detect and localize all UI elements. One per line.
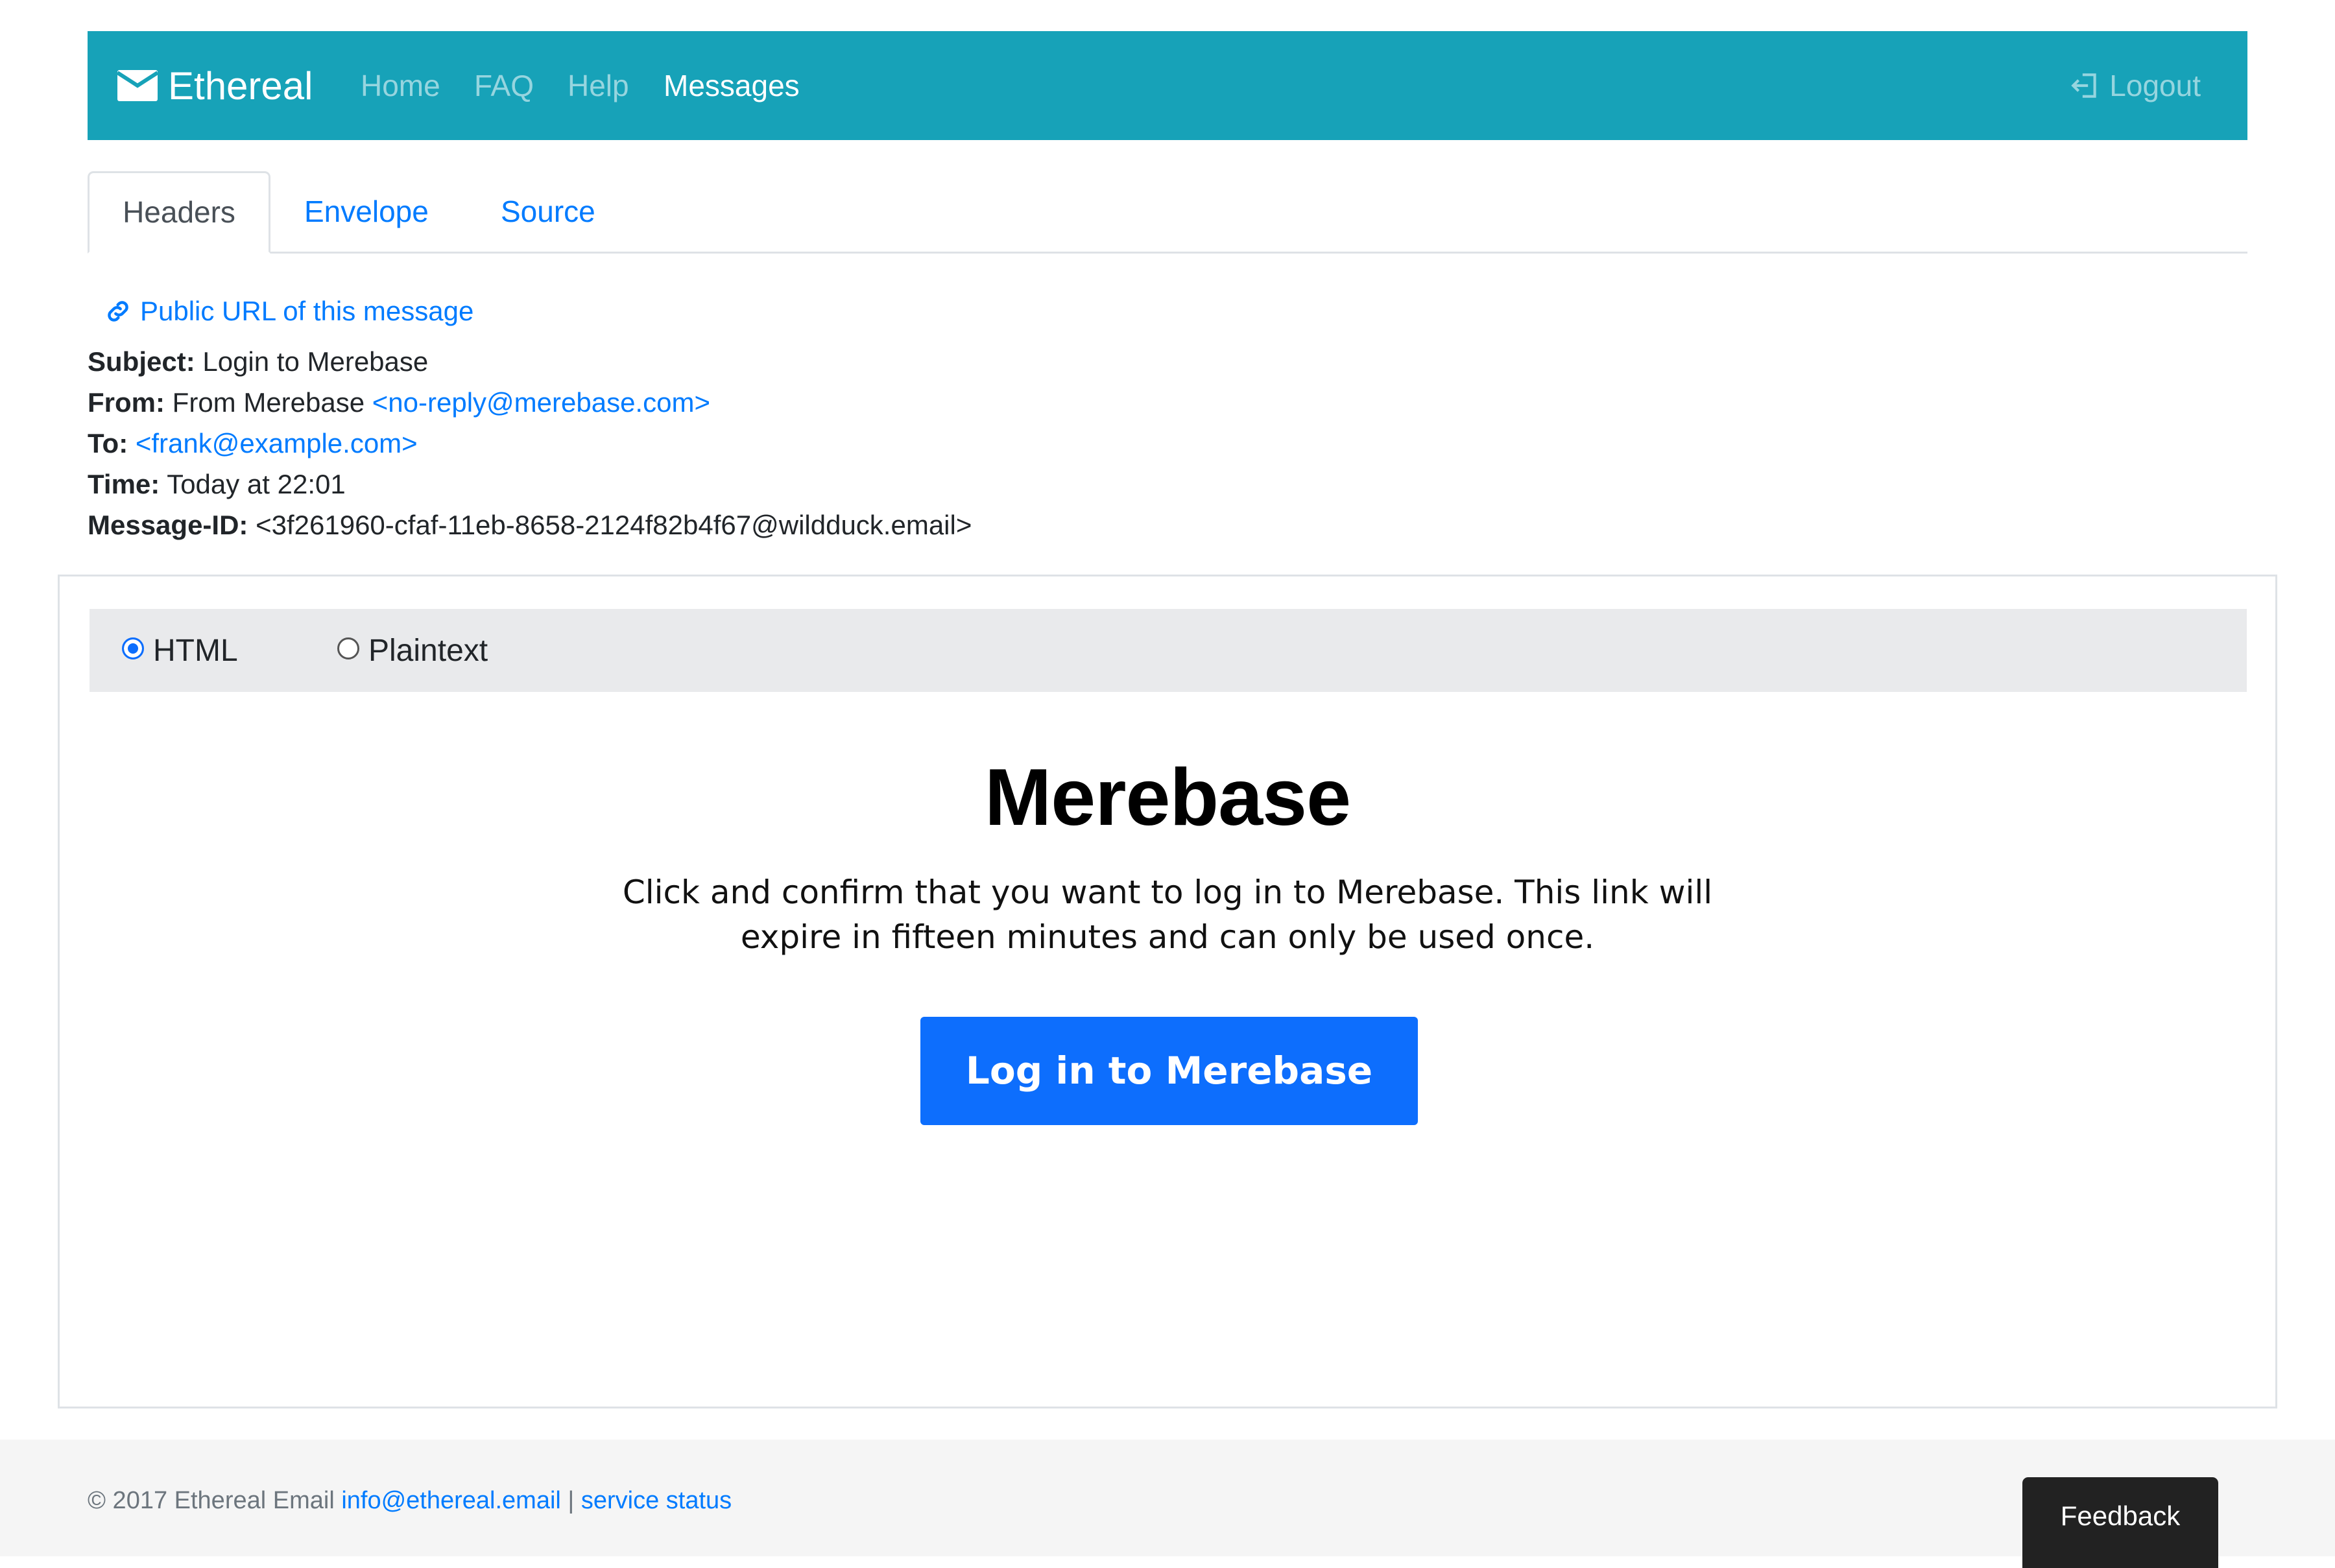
message-tabs: Headers Envelope Source: [88, 171, 2247, 254]
link-icon: [108, 301, 128, 322]
logout-label: Logout: [2109, 69, 2201, 102]
from-row: From: From Merebase <no-reply@merebase.c…: [88, 383, 710, 422]
html-radio-label: HTML: [153, 633, 238, 668]
top-navbar: Ethereal Home FAQ Help Messages Logout: [88, 31, 2247, 140]
public-url-label: Public URL of this message: [140, 296, 474, 326]
message-preview: HTML Plaintext Merebase Click and confir…: [58, 575, 2277, 1408]
tab-envelope[interactable]: Envelope: [304, 171, 429, 252]
to-email-link[interactable]: <frank@example.com>: [136, 428, 418, 458]
subject-label: Subject:: [88, 346, 195, 377]
service-status-link[interactable]: service status: [581, 1487, 732, 1514]
format-option-html[interactable]: HTML: [122, 609, 238, 692]
time-label: Time:: [88, 469, 160, 499]
logout-icon: [2071, 73, 2096, 98]
brand-name: Ethereal: [168, 64, 313, 108]
brand-link[interactable]: Ethereal: [117, 31, 313, 140]
nav-home[interactable]: Home: [361, 31, 440, 140]
message-id-label: Message-ID:: [88, 510, 248, 540]
message-id-row: Message-ID: <3f261960-cfaf-11eb-8658-212…: [88, 506, 972, 545]
nav-messages[interactable]: Messages: [664, 31, 800, 140]
logout-link[interactable]: Logout: [2069, 31, 2201, 140]
from-label: From:: [88, 387, 165, 418]
format-option-plaintext[interactable]: Plaintext: [337, 609, 488, 692]
plaintext-radio[interactable]: [337, 637, 359, 659]
subject-value: Login to Merebase: [202, 346, 429, 377]
footer-copyright: © 2017 Ethereal Email: [88, 1487, 335, 1514]
footer-email-link[interactable]: info@ethereal.email: [341, 1487, 561, 1514]
page-footer: © 2017 Ethereal Email info@ethereal.emai…: [0, 1440, 2335, 1556]
from-name: From Merebase: [172, 387, 365, 418]
message-id-value: <3f261960-cfaf-11eb-8658-2124f82b4f67@wi…: [256, 510, 972, 540]
to-row: To: <frank@example.com>: [88, 424, 418, 463]
footer-separator: |: [568, 1487, 575, 1514]
nav-help[interactable]: Help: [568, 31, 629, 140]
format-toggle-bar: HTML Plaintext: [90, 609, 2247, 692]
time-row: Time: Today at 22:01: [88, 465, 346, 504]
envelope-icon: [117, 70, 158, 101]
from-email-link[interactable]: <no-reply@merebase.com>: [372, 387, 710, 418]
tab-headers[interactable]: Headers: [88, 171, 270, 254]
email-body-text: Click and confirm that you want to log i…: [622, 873, 1713, 956]
login-button[interactable]: Log in to Merebase: [920, 1017, 1418, 1125]
nav-faq[interactable]: FAQ: [474, 31, 534, 140]
public-url-link[interactable]: Public URL of this message: [104, 291, 473, 332]
subject-row: Subject: Login to Merebase: [88, 342, 428, 381]
feedback-button[interactable]: Feedback: [2022, 1477, 2218, 1568]
tab-source[interactable]: Source: [501, 171, 595, 252]
html-radio[interactable]: [122, 637, 144, 659]
plaintext-radio-label: Plaintext: [368, 633, 488, 668]
email-heading: Merebase: [984, 753, 1351, 842]
footer-text: © 2017 Ethereal Email info@ethereal.emai…: [88, 1481, 732, 1520]
to-label: To:: [88, 428, 128, 458]
time-value: Today at 22:01: [167, 469, 346, 499]
